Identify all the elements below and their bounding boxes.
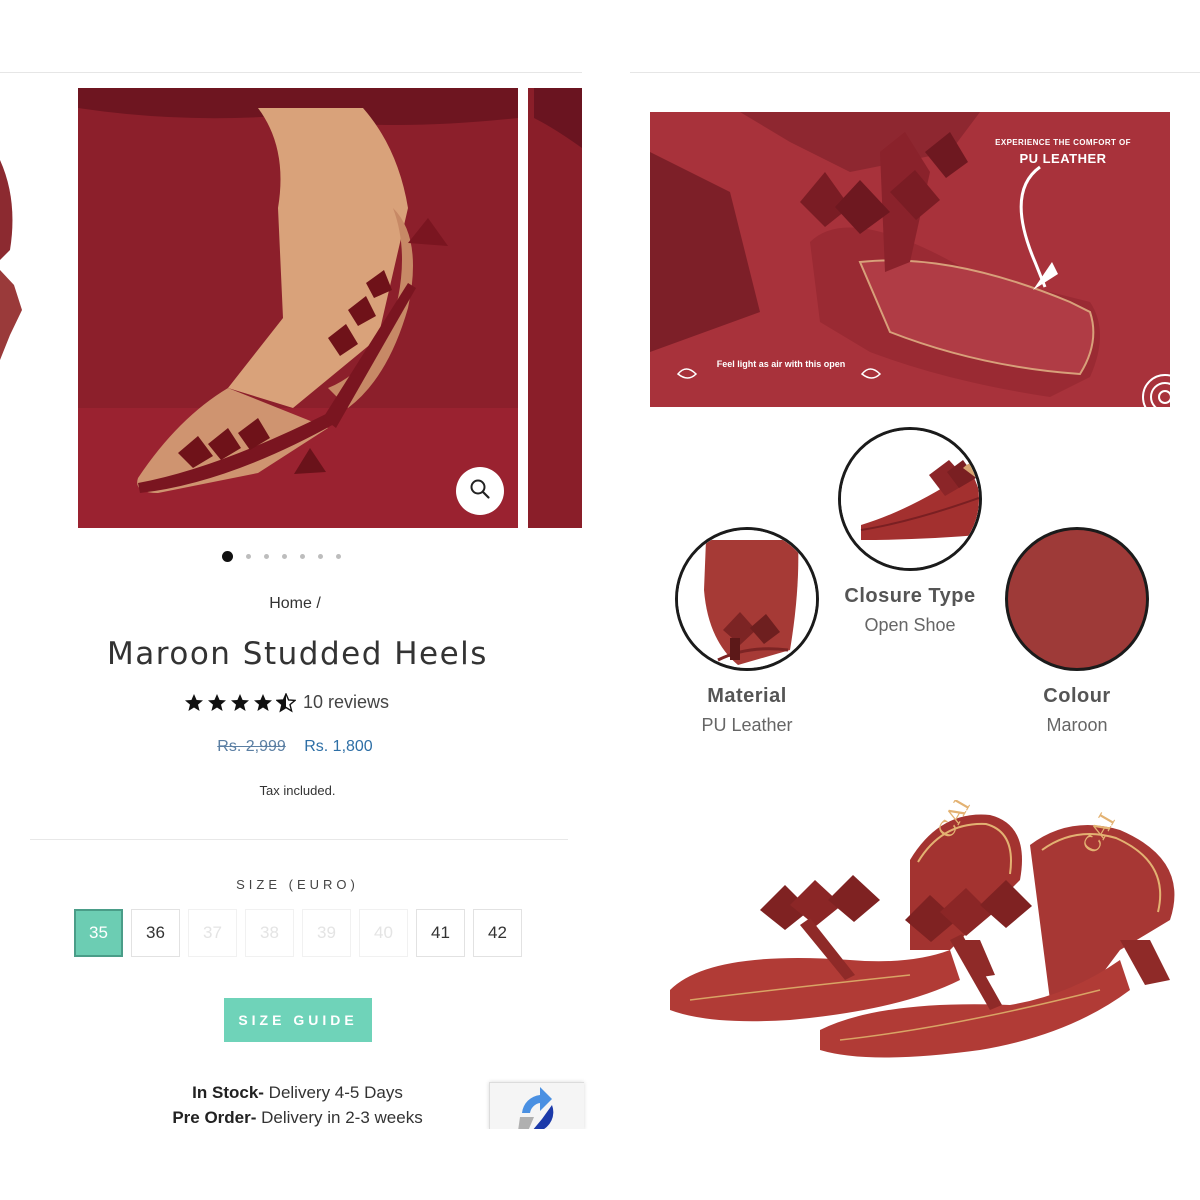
size-selector: 35 36 37 38 39 40 41 42: [74, 909, 522, 957]
section-divider: [30, 839, 568, 840]
breadcrumb-home-link[interactable]: Home: [269, 595, 312, 612]
promo-headline: EXPERIENCE THE COMFORT OF PU LEATHER: [968, 138, 1158, 166]
promo-banner: EXPERIENCE THE COMFORT OF PU LEATHER Fee…: [650, 112, 1170, 407]
review-count-link[interactable]: 10 reviews: [303, 692, 389, 713]
recaptcha-badge[interactable]: [489, 1082, 584, 1130]
colour-label: Colour: [1043, 685, 1111, 707]
bottom-crop: [0, 1129, 600, 1200]
promo-headline-line2: PU LEATHER: [1019, 151, 1107, 166]
gallery-dot[interactable]: [246, 553, 251, 559]
gallery-dot[interactable]: [282, 553, 287, 559]
pre-order-delivery: Delivery in 2-3 weeks: [256, 1108, 423, 1127]
zoom-button[interactable]: [456, 467, 504, 515]
in-stock-delivery: Delivery 4-5 Days: [263, 1083, 403, 1102]
gallery-dot[interactable]: [336, 553, 341, 559]
star-icon: [207, 693, 227, 713]
promo-caption: Feel light as air with this open: [716, 359, 846, 369]
star-icon: [230, 693, 250, 713]
breadcrumb-separator: /: [316, 595, 321, 612]
material-thumbnail: [675, 527, 819, 671]
gallery-previous-slide[interactable]: [0, 160, 30, 380]
product-pair-image: CAI CAI: [650, 795, 1190, 1070]
colour-swatch: [1005, 527, 1149, 671]
size-option[interactable]: 39: [302, 909, 351, 957]
product-main-image[interactable]: [78, 88, 518, 528]
gallery-next-slide[interactable]: [524, 88, 582, 528]
product-features-panel: EXPERIENCE THE COMFORT OF PU LEATHER Fee…: [630, 0, 1200, 1200]
gallery-dot[interactable]: [318, 553, 323, 559]
closure-thumbnail: [838, 427, 982, 571]
gallery-dot[interactable]: [222, 550, 233, 562]
feature-colour: Colour Maroon: [1002, 527, 1152, 736]
size-label: SIZE (EURO): [236, 877, 359, 892]
breadcrumb: Home /: [0, 595, 590, 613]
size-option[interactable]: 35: [74, 909, 123, 957]
star-icon: [184, 693, 204, 713]
size-guide-button[interactable]: SIZE GUIDE: [224, 998, 372, 1042]
size-option[interactable]: 38: [245, 909, 294, 957]
gallery-dot[interactable]: [264, 553, 269, 559]
size-option[interactable]: 42: [473, 909, 522, 957]
feature-material: Material PU Leather: [672, 527, 822, 736]
colour-value: Maroon: [1046, 715, 1108, 735]
half-star-icon: [276, 692, 296, 713]
size-option[interactable]: 41: [416, 909, 465, 957]
material-value: PU Leather: [701, 715, 793, 735]
price-block: Rs. 2,999 Rs. 1,800: [0, 738, 590, 756]
product-page-panel: Home / Maroon Studded Heels 10 reviews R…: [0, 0, 600, 1200]
in-stock-label: In Stock-: [192, 1083, 264, 1102]
compare-at-price: Rs. 2,999: [217, 738, 286, 755]
size-option[interactable]: 36: [131, 909, 180, 957]
size-option[interactable]: 40: [359, 909, 408, 957]
promo-headline-line1: EXPERIENCE THE COMFORT OF: [995, 138, 1131, 147]
feature-closure-type: Closure Type Open Shoe: [835, 427, 985, 636]
product-rating[interactable]: 10 reviews: [184, 692, 389, 713]
sale-price: Rs. 1,800: [304, 738, 373, 755]
magnifier-icon: [469, 478, 491, 505]
size-option[interactable]: 37: [188, 909, 237, 957]
gallery-pagination: [222, 548, 341, 564]
tax-note: Tax included.: [259, 783, 336, 798]
product-title: Maroon Studded Heels: [107, 636, 488, 672]
material-label: Material: [707, 685, 787, 707]
closure-value: Open Shoe: [864, 615, 956, 635]
gallery-dot[interactable]: [300, 553, 305, 559]
star-icon: [253, 693, 273, 713]
closure-label: Closure Type: [844, 585, 976, 607]
pre-order-label: Pre Order-: [172, 1108, 257, 1127]
